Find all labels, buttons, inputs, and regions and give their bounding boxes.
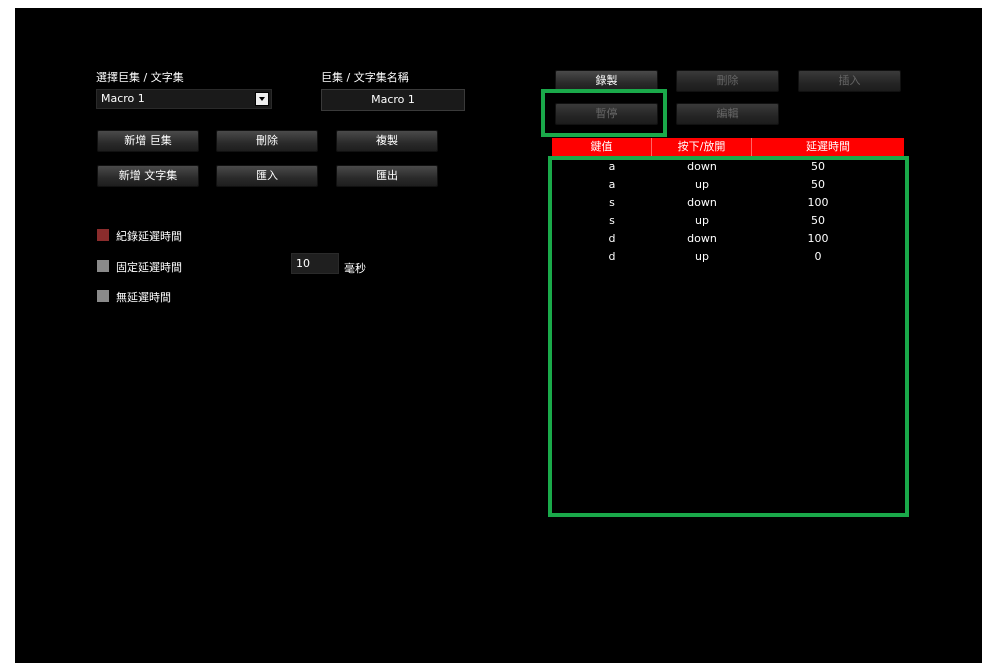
no-delay-checkbox[interactable] (97, 290, 109, 302)
delete-macro-button[interactable]: 刪除 (216, 130, 318, 152)
import-button[interactable]: 匯入 (216, 165, 318, 187)
chevron-down-icon[interactable] (255, 92, 269, 106)
table-highlight-box (548, 156, 909, 517)
column-delay: 延遲時間 (752, 138, 904, 156)
edit-step-button[interactable]: 編輯 (676, 103, 779, 125)
new-text-set-button[interactable]: 新增 文字集 (97, 165, 199, 187)
macro-select-value: Macro 1 (101, 92, 145, 105)
pause-highlight-box (541, 89, 667, 137)
fixed-delay-label: 固定延遲時間 (116, 261, 182, 274)
select-macro-label: 選擇巨集 / 文字集 (96, 71, 184, 84)
record-delay-checkbox[interactable] (97, 229, 109, 241)
delay-unit-label: 毫秒 (344, 262, 366, 275)
fixed-delay-checkbox[interactable] (97, 260, 109, 272)
column-key: 鍵值 (552, 138, 652, 156)
no-delay-label: 無延遲時間 (116, 291, 171, 304)
new-macro-button[interactable]: 新增 巨集 (97, 130, 199, 152)
record-delay-label: 紀錄延遲時間 (116, 230, 182, 243)
macro-name-label: 巨集 / 文字集名稱 (321, 71, 409, 84)
export-button[interactable]: 匯出 (336, 165, 438, 187)
fixed-delay-input[interactable]: 10 (291, 253, 339, 274)
delete-step-button[interactable]: 刪除 (676, 70, 779, 92)
insert-step-button[interactable]: 插入 (798, 70, 901, 92)
macro-select[interactable]: Macro 1 (96, 89, 272, 109)
macro-name-field[interactable]: Macro 1 (321, 89, 465, 111)
column-press-release: 按下/放開 (652, 138, 752, 156)
copy-macro-button[interactable]: 複製 (336, 130, 438, 152)
macro-table-header: 鍵值 按下/放開 延遲時間 (552, 138, 904, 156)
